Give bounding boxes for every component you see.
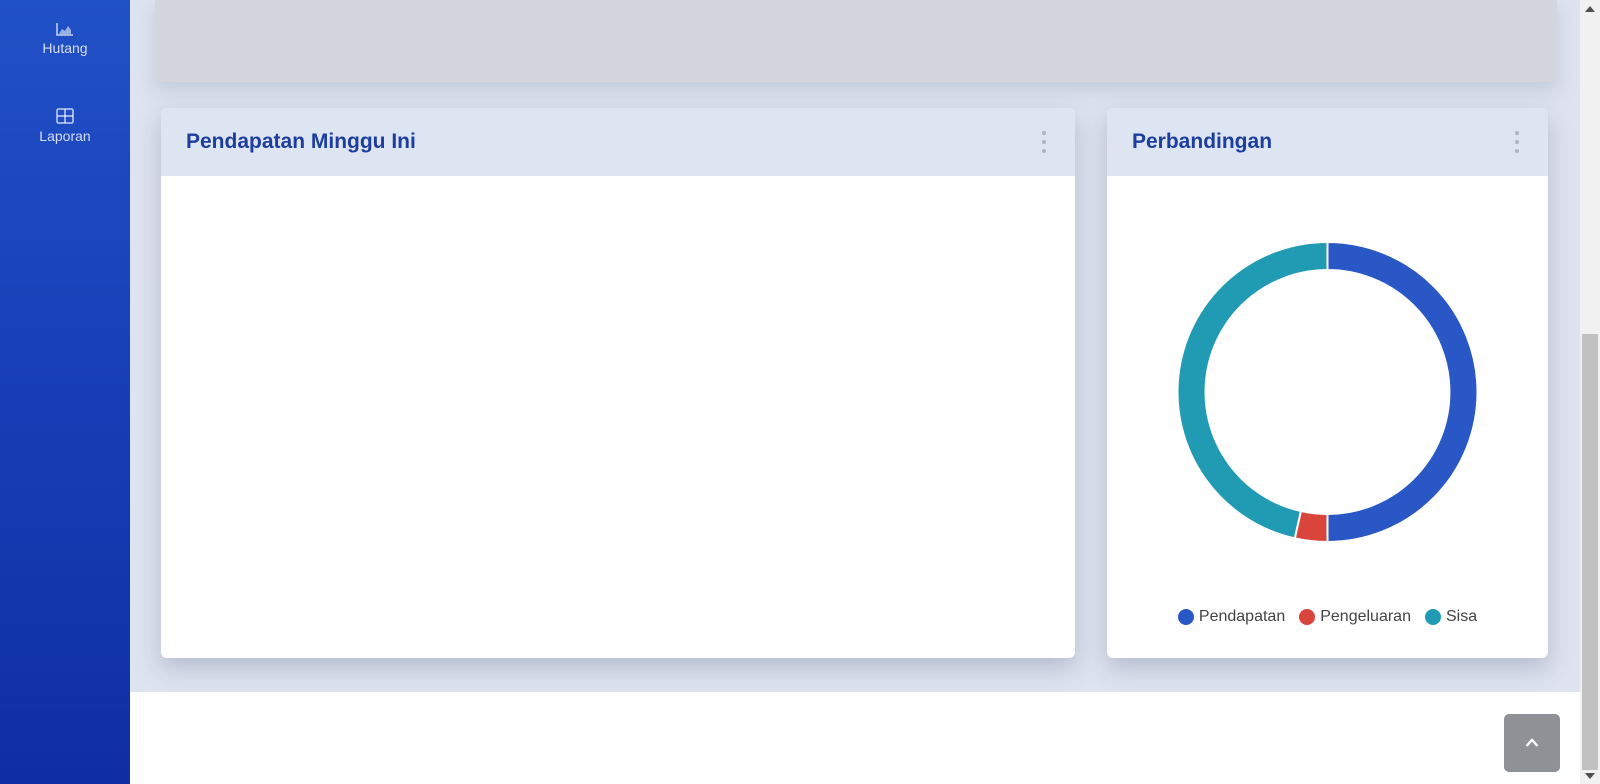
area-chart-icon [56, 22, 74, 36]
back-to-top-button[interactable] [1504, 714, 1560, 772]
legend-dot [1424, 609, 1441, 625]
legend-item-pengeluaran[interactable]: Pengeluaran [1299, 608, 1411, 626]
legend-item-sisa[interactable]: Sisa [1424, 608, 1478, 626]
donut-chart [1176, 240, 1479, 544]
top-panel [155, 0, 1557, 82]
scroll-down-arrow[interactable] [1585, 773, 1595, 779]
weekly-income-card: Pendapatan Minggu Ini [161, 108, 1075, 658]
chart-legend: Pendapatan Pengeluaran Sisa [1107, 608, 1548, 626]
donut-chart-area [1107, 176, 1548, 658]
card-title: Pendapatan Minggu Ini [186, 130, 416, 153]
legend-label: Pendapatan [1198, 608, 1286, 625]
chevron-up-icon [1525, 734, 1539, 752]
sidebar-item-hutang[interactable]: Hutang [0, 22, 130, 56]
card-header: Pendapatan Minggu Ini [161, 108, 1075, 176]
scroll-thumb[interactable] [1582, 334, 1598, 770]
vertical-scrollbar[interactable] [1580, 0, 1600, 784]
sidebar-item-label: Hutang [42, 40, 88, 56]
sidebar: Hutang Laporan [0, 0, 130, 784]
sidebar-item-label: Laporan [39, 128, 91, 144]
legend-dot [1299, 609, 1316, 625]
legend-item-pendapatan[interactable]: Pendapatan [1177, 608, 1286, 626]
table-icon [56, 108, 74, 124]
legend-label: Pengeluaran [1320, 608, 1411, 625]
more-options-icon[interactable] [1512, 131, 1522, 153]
comparison-card: Perbandingan Pendapatan Pengeluaran Sisa [1107, 108, 1548, 658]
donut-slice-sisa[interactable] [1176, 240, 1329, 540]
scroll-up-arrow[interactable] [1585, 6, 1595, 12]
card-title: Perbandingan [1132, 130, 1273, 153]
main-content: Pendapatan Minggu Ini Perbandingan Penda… [130, 0, 1580, 784]
more-options-icon[interactable] [1039, 131, 1049, 153]
footer [130, 692, 1580, 784]
legend-dot [1177, 609, 1194, 625]
sidebar-item-laporan[interactable]: Laporan [0, 108, 130, 144]
legend-label: Sisa [1445, 608, 1478, 625]
card-header: Perbandingan [1107, 108, 1548, 176]
donut-slice-pendapatan[interactable] [1326, 240, 1479, 544]
